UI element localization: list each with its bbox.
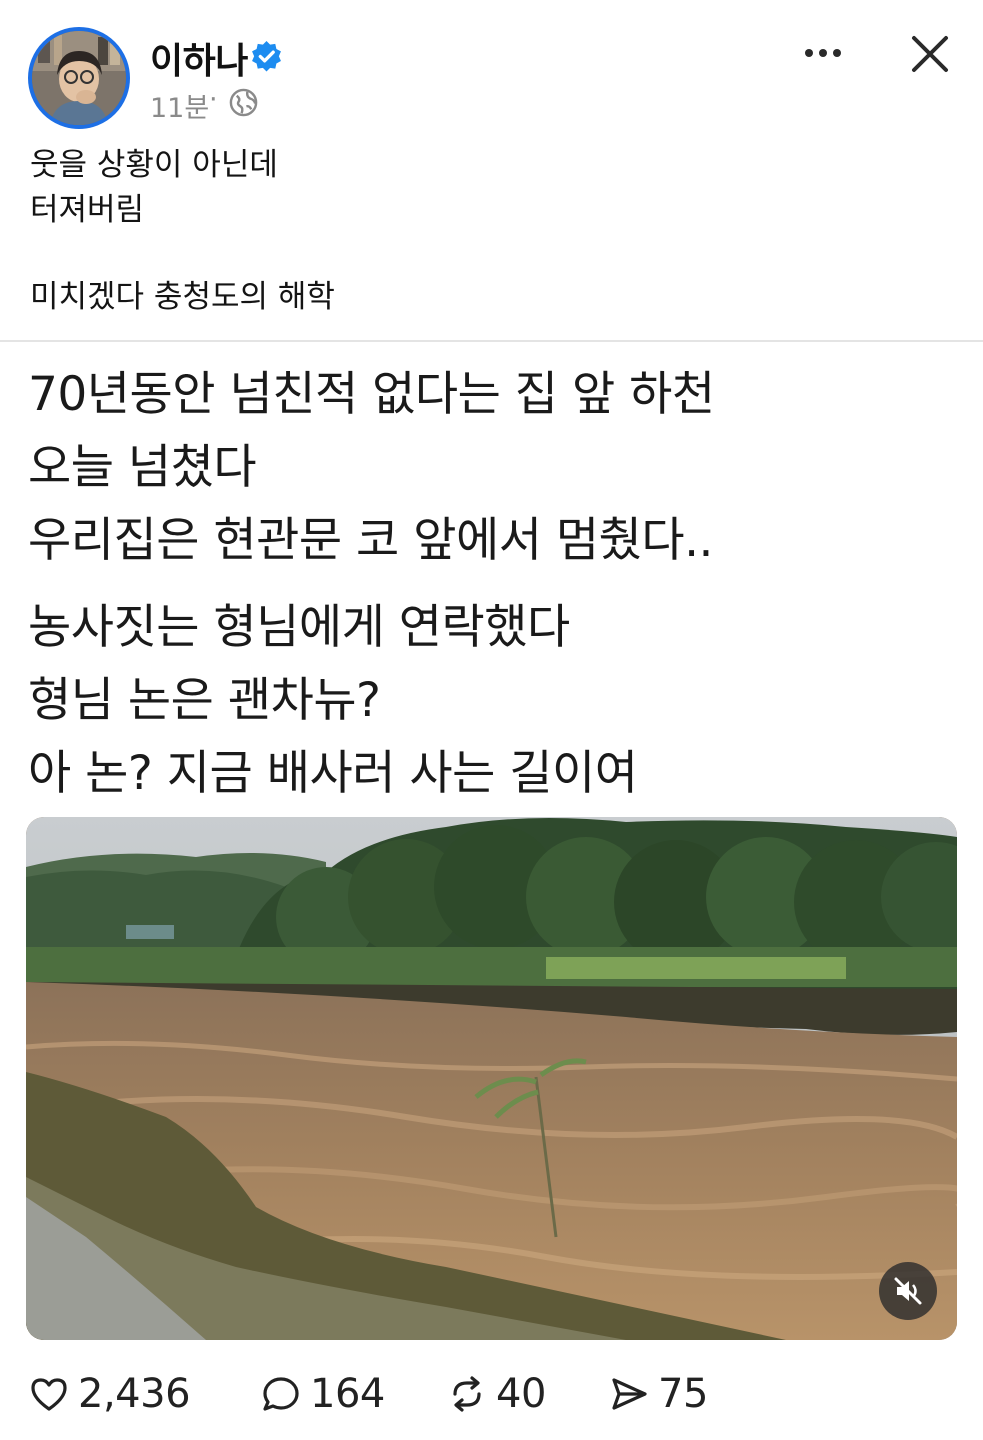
more-icon bbox=[805, 49, 841, 57]
more-options-button[interactable] bbox=[795, 28, 851, 78]
quoted-text: 70년동안 넘친적 없다는 집 앞 하천 오늘 넘쳤다 우리집은 현관문 코 앞… bbox=[28, 358, 715, 810]
repost-icon bbox=[444, 1371, 490, 1417]
repost-button[interactable]: 40 bbox=[444, 1362, 546, 1426]
video-player[interactable] bbox=[26, 817, 957, 1340]
caption-line: 미치겠다 충청도의 해학 bbox=[30, 279, 335, 315]
share-button[interactable]: 75 bbox=[606, 1362, 708, 1426]
speaker-muted-icon bbox=[894, 1277, 922, 1305]
flood-video-frame bbox=[26, 817, 957, 1340]
post-caption: 웃을 상황이 아닌데 터져버림 미치겠다 충청도의 해학 bbox=[30, 143, 335, 320]
body-line: 오늘 넘쳤다 bbox=[28, 440, 257, 495]
close-button[interactable] bbox=[902, 26, 958, 82]
comment-icon bbox=[258, 1371, 304, 1417]
body-line: 70년동안 넘친적 없다는 집 앞 하천 bbox=[28, 367, 715, 422]
post-time[interactable]: 11분 bbox=[150, 86, 209, 125]
divider bbox=[0, 340, 983, 342]
meta-separator: · bbox=[209, 84, 218, 115]
caption-line: 웃을 상황이 아닌데 bbox=[30, 147, 278, 183]
close-icon bbox=[912, 36, 948, 72]
post-view: 이하나 11분 · 웃을 상황이 아닌데 터져버림 미치겠다 충청도의 해학 7… bbox=[0, 0, 983, 1440]
globe-icon bbox=[229, 88, 258, 117]
body-line: 우리집은 현관문 코 앞에서 멈췄다.. bbox=[28, 513, 713, 568]
avatar[interactable] bbox=[28, 27, 130, 129]
repost-count: 40 bbox=[496, 1371, 546, 1417]
body-line: 아 논? 지금 배사러 사는 길이여 bbox=[28, 746, 638, 801]
mute-button[interactable] bbox=[879, 1262, 937, 1320]
caption-line: 터져버림 bbox=[30, 192, 145, 228]
body-line: 형님 논은 괜차뉴? bbox=[28, 673, 381, 728]
heart-icon bbox=[26, 1371, 72, 1417]
reply-count: 164 bbox=[310, 1371, 385, 1417]
reply-button[interactable]: 164 bbox=[258, 1362, 385, 1426]
author-name[interactable]: 이하나 bbox=[150, 32, 248, 84]
like-button[interactable]: 2,436 bbox=[26, 1362, 191, 1426]
body-line: 농사짓는 형님에게 연락했다 bbox=[28, 600, 570, 655]
verified-badge-icon bbox=[252, 41, 281, 72]
like-count: 2,436 bbox=[78, 1371, 191, 1417]
share-count: 75 bbox=[658, 1371, 708, 1417]
send-icon bbox=[606, 1371, 652, 1417]
